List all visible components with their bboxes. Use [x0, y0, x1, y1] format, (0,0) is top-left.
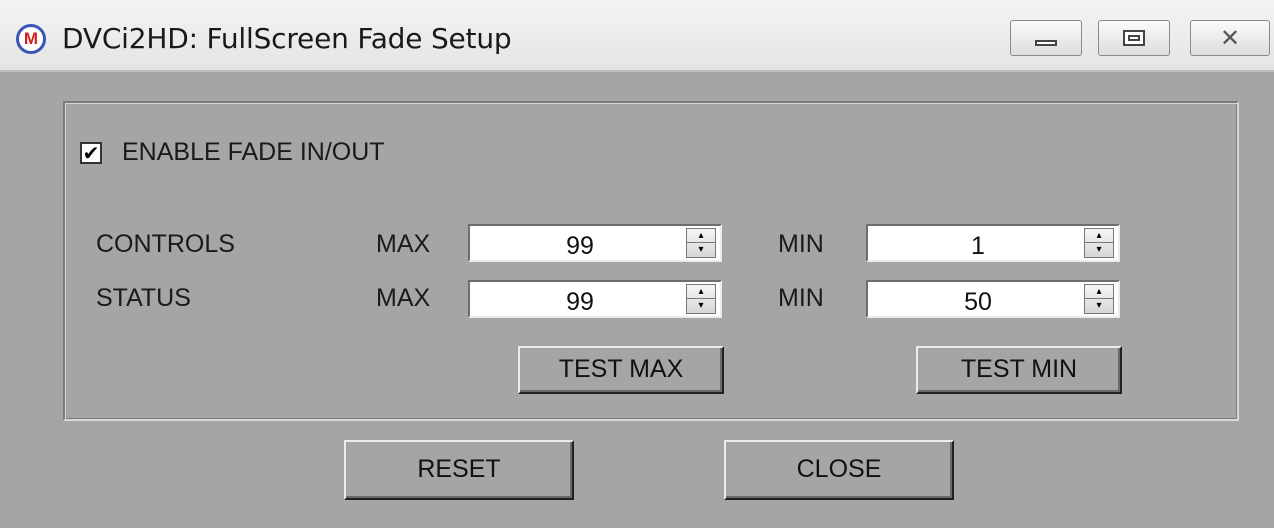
status-min-value[interactable]: 50 — [868, 282, 1088, 316]
test-max-button[interactable]: TEST MAX — [518, 346, 724, 394]
spin-arrows[interactable]: ▴ ▾ — [1084, 284, 1114, 314]
spin-up-arrow-icon[interactable]: ▴ — [687, 229, 715, 243]
status-max-spinbox[interactable]: 99 ▴ ▾ — [468, 280, 722, 318]
controls-max-spinbox[interactable]: 99 ▴ ▾ — [468, 224, 722, 262]
enable-fade-checkbox[interactable]: ✔ — [80, 142, 102, 164]
close-button[interactable]: CLOSE — [724, 440, 954, 500]
minimize-button[interactable] — [1010, 20, 1082, 56]
checkmark-icon: ✔ — [82, 141, 100, 165]
spin-up-arrow-icon[interactable]: ▴ — [1085, 285, 1113, 299]
spin-down-arrow-icon[interactable]: ▾ — [687, 299, 715, 313]
spin-down-arrow-icon[interactable]: ▾ — [1085, 299, 1113, 313]
window-title: DVCi2HD: FullScreen Fade Setup — [62, 22, 512, 55]
reset-button[interactable]: RESET — [344, 440, 574, 500]
app-logo-icon: M — [16, 24, 46, 54]
test-min-button[interactable]: TEST MIN — [916, 346, 1122, 394]
title-bar[interactable]: M DVCi2HD: FullScreen Fade Setup ✕ — [0, 0, 1274, 72]
status-max-label: MAX — [376, 284, 431, 312]
controls-min-label: MIN — [778, 230, 824, 258]
status-max-value[interactable]: 99 — [470, 282, 690, 316]
app-logo-letter: M — [23, 29, 39, 48]
status-min-spinbox[interactable]: 50 ▴ ▾ — [866, 280, 1120, 318]
controls-max-value[interactable]: 99 — [470, 226, 690, 260]
close-icon: ✕ — [1219, 24, 1241, 52]
spin-down-arrow-icon[interactable]: ▾ — [687, 243, 715, 257]
spin-arrows[interactable]: ▴ ▾ — [686, 228, 716, 258]
close-window-button[interactable]: ✕ — [1190, 20, 1270, 56]
fade-setup-dialog: M DVCi2HD: FullScreen Fade Setup ✕ ✔ ENA… — [0, 0, 1274, 528]
status-row-label: STATUS — [96, 284, 191, 312]
minimize-icon — [1035, 40, 1057, 46]
controls-row-label: CONTROLS — [96, 230, 235, 258]
controls-min-spinbox[interactable]: 1 ▴ ▾ — [866, 224, 1120, 262]
spin-arrows[interactable]: ▴ ▾ — [1084, 228, 1114, 258]
maximize-button[interactable] — [1098, 20, 1170, 56]
controls-max-label: MAX — [376, 230, 431, 258]
controls-min-value[interactable]: 1 — [868, 226, 1088, 260]
maximize-icon — [1123, 30, 1145, 46]
spin-up-arrow-icon[interactable]: ▴ — [1085, 229, 1113, 243]
spin-down-arrow-icon[interactable]: ▾ — [1085, 243, 1113, 257]
spin-arrows[interactable]: ▴ ▾ — [686, 284, 716, 314]
spin-up-arrow-icon[interactable]: ▴ — [687, 285, 715, 299]
status-min-label: MIN — [778, 284, 824, 312]
enable-fade-label[interactable]: ENABLE FADE IN/OUT — [122, 138, 385, 167]
